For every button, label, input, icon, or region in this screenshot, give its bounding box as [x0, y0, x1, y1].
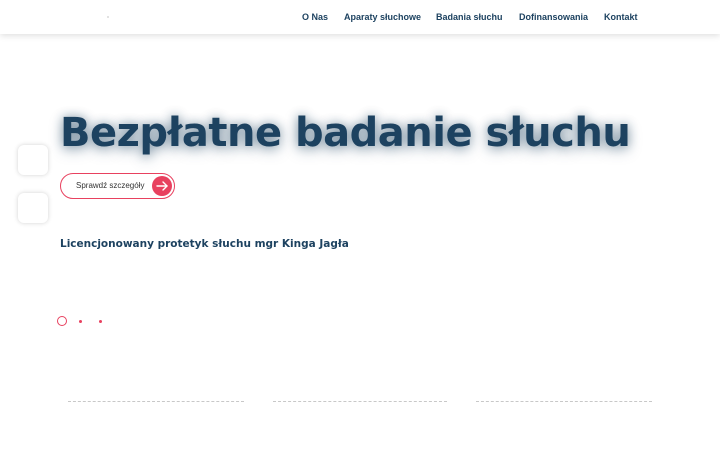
hero-title: Bezpłatne badanie słuchu [60, 110, 631, 156]
nav-item-aparaty-sluchowe[interactable]: Aparaty słuchowe [344, 12, 421, 22]
slider-dot-1[interactable] [57, 316, 67, 326]
details-button[interactable]: Sprawdź szczegóły [60, 173, 175, 199]
slider-dot-2[interactable] [79, 320, 82, 323]
floating-side-button-1[interactable] [18, 145, 48, 175]
nav-item-badania-sluchu[interactable]: Badania słuchu [436, 12, 503, 22]
page: O Nas Aparaty słuchowe Badania słuchu Do… [0, 0, 720, 450]
floating-side-button-2[interactable] [18, 193, 48, 223]
hero-subtitle: Licencjonowany protetyk słuchu mgr Kinga… [60, 238, 349, 250]
nav-item-kontakt[interactable]: Kontakt [604, 12, 638, 22]
logo[interactable] [107, 16, 109, 18]
divider-2 [273, 401, 447, 402]
nav-item-dofinansowania[interactable]: Dofinansowania [519, 12, 588, 22]
site-header: O Nas Aparaty słuchowe Badania słuchu Do… [0, 0, 720, 34]
divider-3 [476, 401, 652, 402]
arrow-right-icon [152, 176, 172, 196]
nav-item-o-nas[interactable]: O Nas [302, 12, 328, 22]
divider-1 [68, 401, 244, 402]
details-button-label: Sprawdź szczegóły [76, 181, 145, 190]
slider-dot-3[interactable] [99, 320, 102, 323]
